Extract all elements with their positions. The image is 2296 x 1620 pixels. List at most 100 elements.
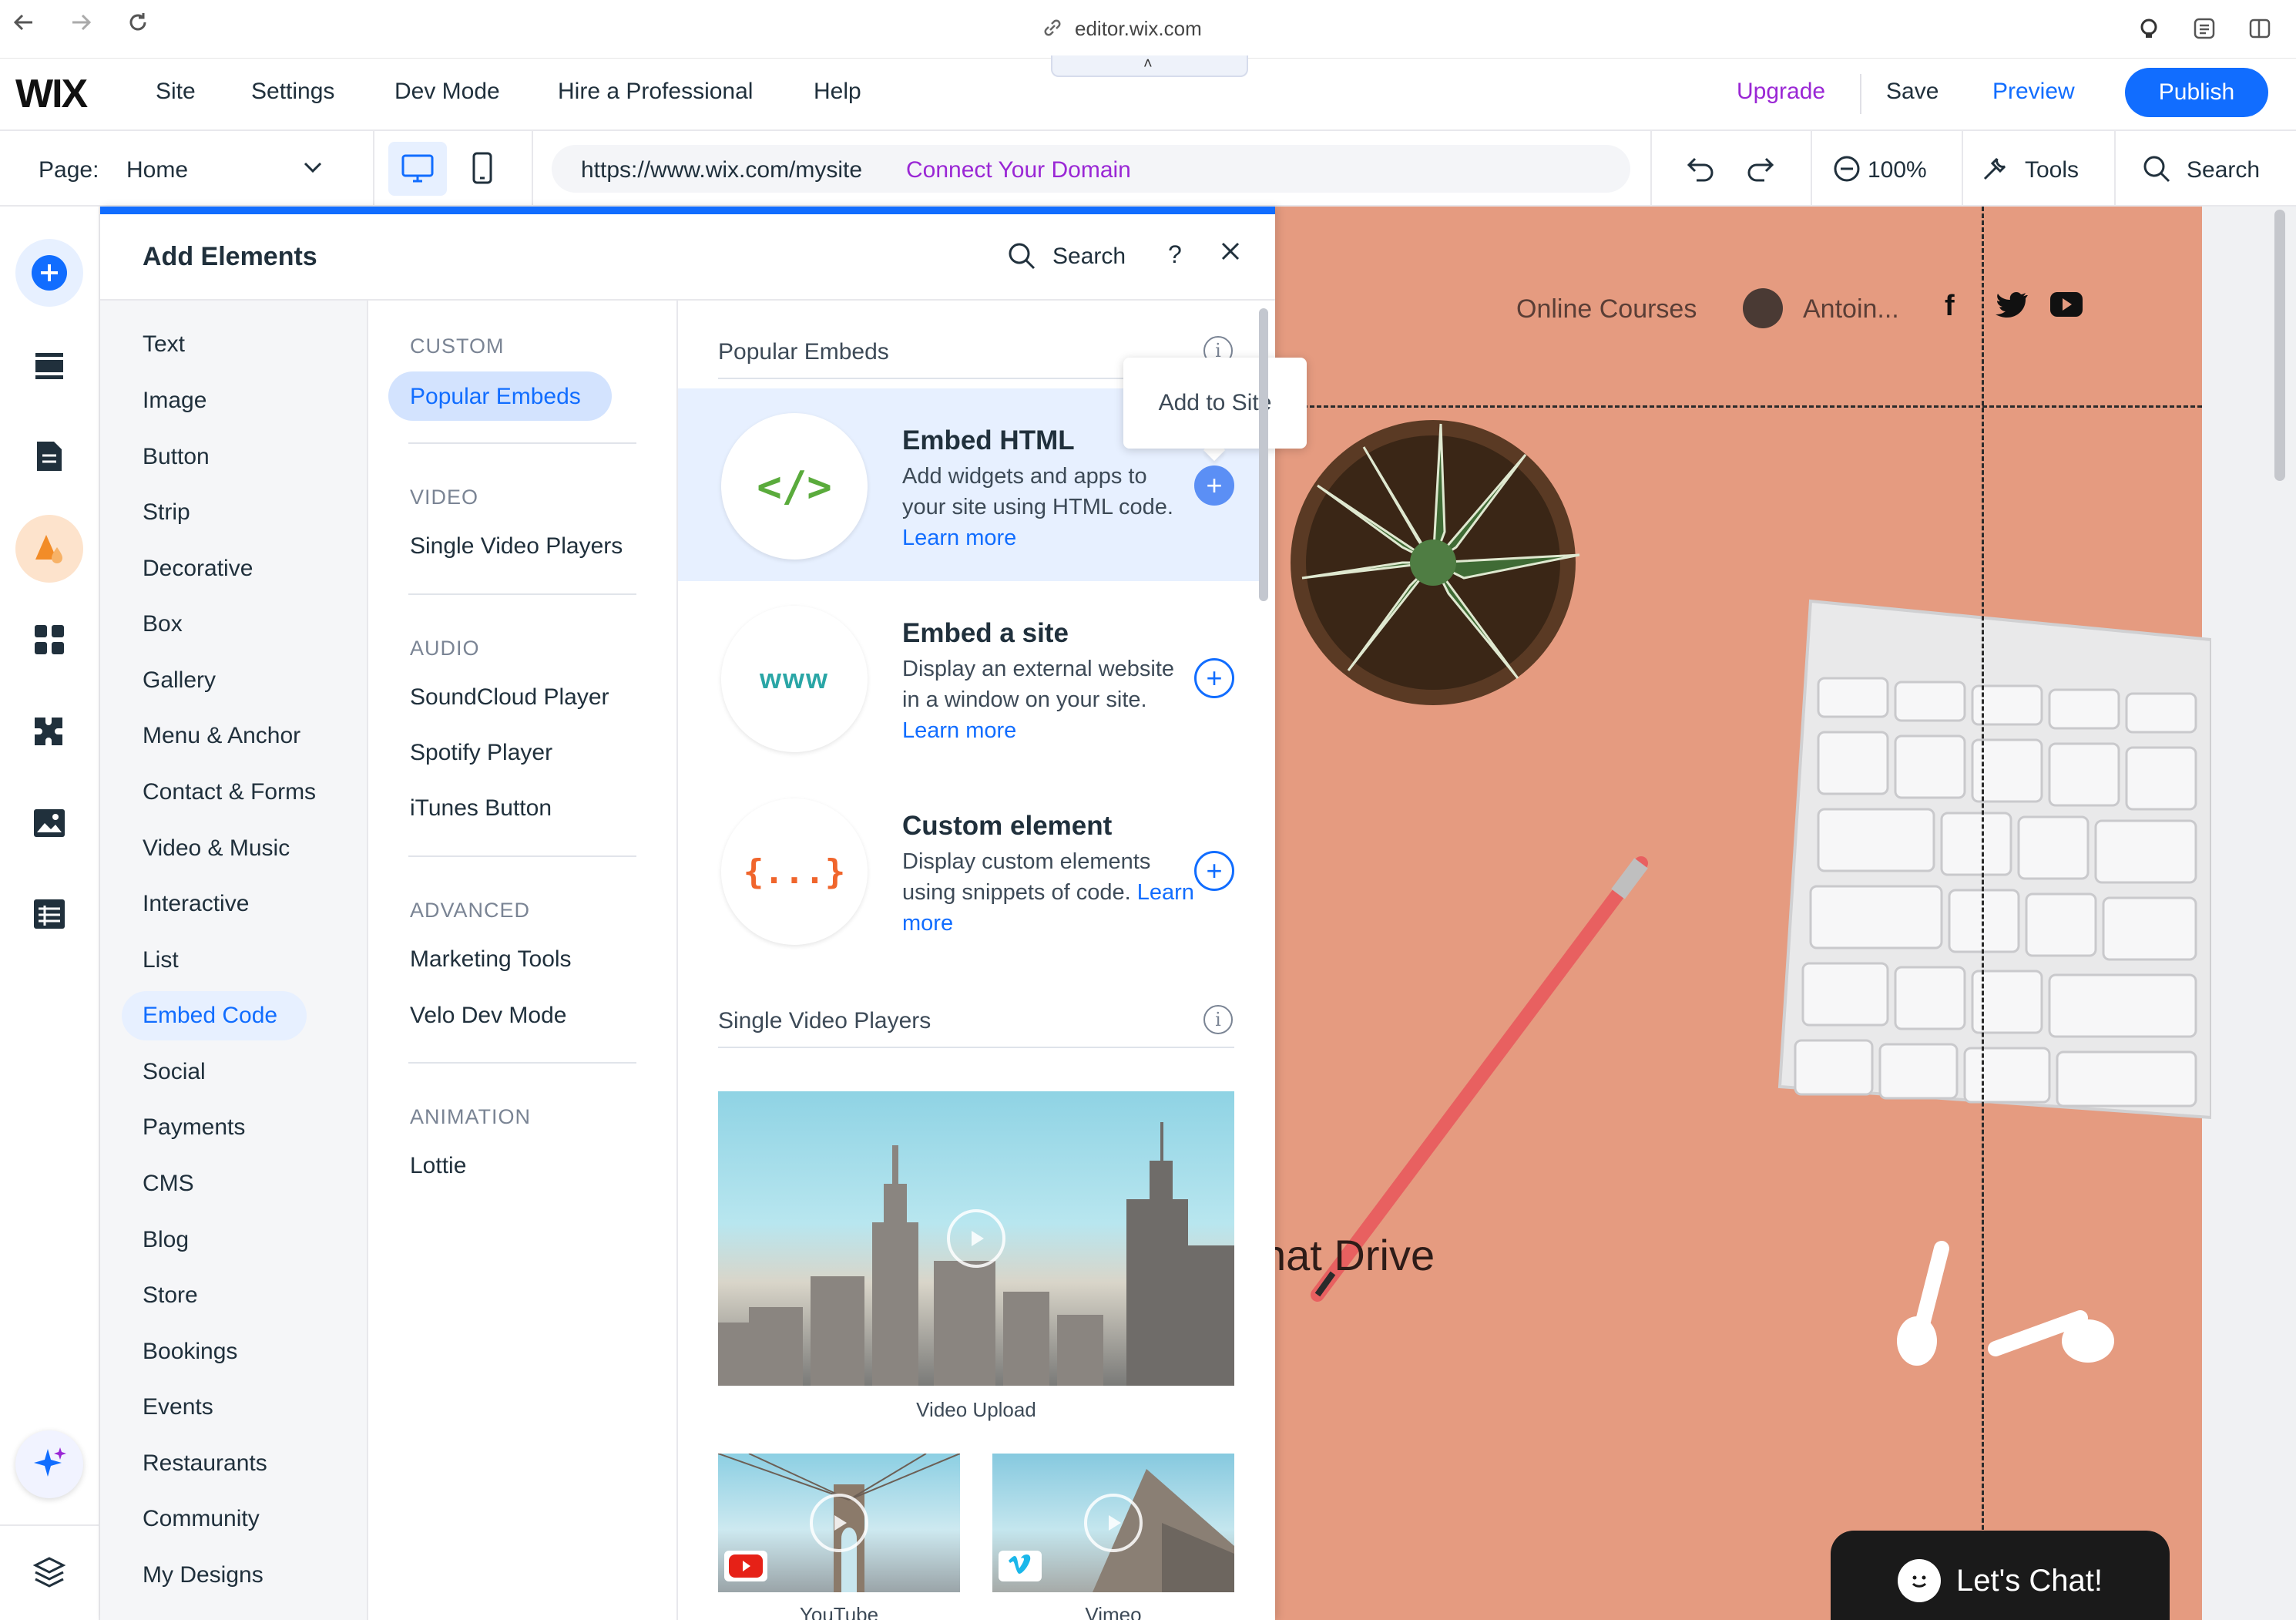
mobile-view-icon[interactable] [472, 151, 493, 189]
connect-domain-link[interactable]: Connect Your Domain [906, 157, 1131, 183]
sections-icon[interactable] [15, 331, 83, 399]
business-apps-icon[interactable] [15, 698, 83, 766]
custom-element-icon[interactable]: {...} [721, 798, 868, 945]
menu-settings[interactable]: Settings [251, 79, 334, 105]
category-video-music[interactable]: Video & Music [143, 835, 290, 862]
subitem-spotify-player[interactable]: Spotify Player [410, 740, 552, 766]
category-interactive[interactable]: Interactive [143, 891, 249, 917]
add-embed-site-button[interactable]: + [1194, 658, 1234, 698]
category-bookings[interactable]: Bookings [143, 1339, 237, 1365]
preview-button[interactable]: Preview [1992, 79, 2075, 105]
menu-hire-professional[interactable]: Hire a Professional [558, 79, 753, 105]
learn-more-link[interactable]: Learn more [902, 526, 1016, 550]
media-icon[interactable] [15, 789, 83, 857]
close-icon[interactable] [1219, 237, 1242, 270]
chevron-down-icon[interactable] [300, 159, 325, 181]
canvas-scrollbar[interactable] [2274, 210, 2285, 481]
category-decorative[interactable]: Decorative [143, 556, 253, 582]
menu-site[interactable]: Site [156, 79, 196, 105]
subitem-velo-dev-mode[interactable]: Velo Dev Mode [410, 1003, 566, 1029]
category-events[interactable]: Events [143, 1394, 213, 1420]
save-button[interactable]: Save [1886, 79, 1939, 105]
back-icon[interactable] [12, 11, 35, 38]
play-icon[interactable] [810, 1494, 868, 1552]
add-elements-icon[interactable] [15, 239, 83, 307]
upgrade-button[interactable]: Upgrade [1737, 79, 1825, 105]
search-button[interactable]: Search [2187, 157, 2260, 183]
learn-more-link[interactable]: Learn more [902, 718, 1016, 743]
menu-dev-mode[interactable]: Dev Mode [394, 79, 500, 105]
apps-icon[interactable] [15, 606, 83, 674]
subitem-soundcloud-player[interactable]: SoundCloud Player [410, 684, 609, 711]
category-list[interactable]: List [143, 947, 179, 973]
ai-assistant-icon[interactable] [15, 1430, 83, 1498]
subitem-itunes-button[interactable]: iTunes Button [410, 795, 552, 822]
reload-icon[interactable] [126, 11, 149, 38]
extension-icon[interactable] [2137, 17, 2160, 44]
category-restaurants[interactable]: Restaurants [143, 1450, 267, 1477]
category-social[interactable]: Social [143, 1059, 206, 1085]
category-payments[interactable]: Payments [143, 1114, 245, 1141]
site-nav-user[interactable]: Antoin... [1803, 294, 1899, 324]
category-contact-forms[interactable]: Contact & Forms [143, 779, 316, 805]
category-my-designs[interactable]: My Designs [143, 1562, 264, 1588]
youtube-icon[interactable] [2049, 291, 2083, 321]
undo-icon[interactable] [1686, 154, 1717, 187]
avatar[interactable] [1743, 288, 1783, 328]
category-menu-anchor[interactable]: Menu & Anchor [143, 723, 300, 749]
layers-icon[interactable] [15, 1538, 83, 1606]
zoom-level[interactable]: 100% [1868, 157, 1927, 183]
reader-icon[interactable] [2193, 17, 2216, 44]
tools-button[interactable]: Tools [2025, 157, 2079, 183]
add-embed-html-button[interactable]: + [1194, 465, 1234, 506]
video-upload-thumbnail[interactable] [718, 1091, 1234, 1386]
code-icon[interactable]: </> [721, 413, 868, 560]
menu-help[interactable]: Help [814, 79, 861, 105]
category-cms[interactable]: CMS [143, 1171, 194, 1197]
redo-icon[interactable] [1744, 154, 1775, 187]
sidebar-toggle-icon[interactable] [2248, 17, 2271, 44]
www-icon[interactable]: www [721, 606, 868, 752]
page-selector[interactable]: Home [126, 157, 188, 183]
category-button[interactable]: Button [143, 444, 210, 470]
category-image[interactable]: Image [143, 388, 206, 414]
category-store[interactable]: Store [143, 1282, 198, 1309]
search-icon[interactable] [1006, 240, 1037, 275]
vimeo-thumbnail[interactable] [992, 1454, 1234, 1592]
category-text[interactable]: Text [143, 331, 185, 358]
theme-icon[interactable] [15, 515, 83, 583]
browser-url[interactable]: editor.wix.com [1075, 17, 1202, 41]
help-icon[interactable]: ? [1168, 240, 1182, 269]
category-box[interactable]: Box [143, 611, 183, 637]
play-icon[interactable] [1084, 1494, 1143, 1552]
forward-icon[interactable] [69, 11, 92, 38]
zoom-out-icon[interactable] [1832, 154, 1861, 187]
category-blog[interactable]: Blog [143, 1227, 189, 1253]
category-gallery[interactable]: Gallery [143, 667, 216, 694]
subitem-popular-embeds[interactable]: Popular Embeds [410, 384, 581, 410]
facebook-icon[interactable]: f [1945, 290, 1955, 323]
subitem-lottie[interactable]: Lottie [410, 1153, 466, 1179]
site-heading-text[interactable]: hat Drive [1262, 1230, 1435, 1280]
collapse-handle[interactable]: ˄ [1051, 55, 1248, 77]
category-strip[interactable]: Strip [143, 499, 190, 526]
subitem-marketing-tools[interactable]: Marketing Tools [410, 946, 572, 973]
add-custom-element-button[interactable]: + [1194, 851, 1234, 891]
publish-button[interactable]: Publish [2125, 68, 2268, 117]
youtube-thumbnail[interactable] [718, 1454, 960, 1592]
search-icon[interactable] [2142, 154, 2171, 187]
panel-search-button[interactable]: Search [1052, 244, 1126, 270]
panel-scrollbar[interactable] [1259, 308, 1268, 601]
twitter-icon[interactable] [1996, 291, 2028, 323]
chat-button[interactable]: Let's Chat! [1831, 1531, 2170, 1620]
cms-icon[interactable] [15, 880, 83, 948]
pages-icon[interactable] [15, 422, 83, 490]
desktop-view-icon[interactable] [388, 142, 447, 196]
info-icon[interactable]: i [1203, 1005, 1233, 1034]
play-icon[interactable] [947, 1209, 1005, 1268]
site-nav-online-courses[interactable]: Online Courses [1516, 294, 1697, 324]
tools-icon[interactable] [1980, 154, 2009, 187]
subitem-single-video-players[interactable]: Single Video Players [410, 533, 623, 560]
category-embed-code[interactable]: Embed Code [143, 1003, 277, 1029]
category-community[interactable]: Community [143, 1506, 260, 1532]
